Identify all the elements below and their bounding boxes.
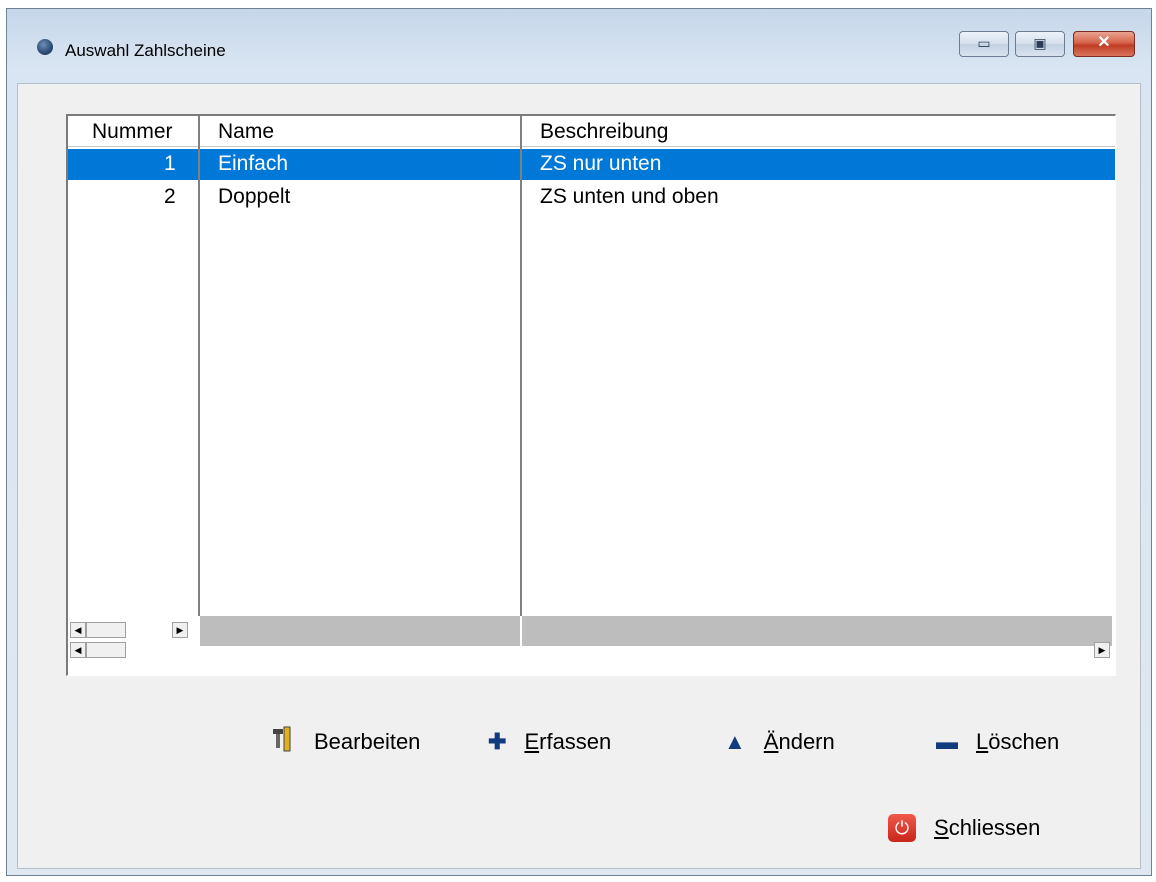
minimize-button[interactable]: ▭ — [959, 31, 1009, 57]
scroll-left-button[interactable]: ◀ — [70, 622, 86, 638]
column-divider[interactable] — [198, 116, 200, 616]
aendern-label: Ändern — [763, 729, 835, 754]
power-icon: ⏻ — [888, 814, 916, 842]
cell-beschreibung: ZS unten und oben — [540, 185, 719, 208]
aendern-button[interactable]: ▲ Ändern — [724, 724, 835, 760]
cell-nummer: 2 — [164, 185, 176, 208]
plus-icon: ✚ — [488, 729, 507, 754]
window: Auswahl Zahlscheine ▭ ▣ ✕ Nummer Name Be… — [6, 8, 1152, 876]
zahlscheine-table[interactable]: Nummer Name Beschreibung 1 Einfach ZS nu… — [66, 114, 1116, 676]
title-bar[interactable]: Auswahl Zahlscheine ▭ ▣ ✕ — [7, 9, 1151, 83]
close-icon: ✕ — [1097, 34, 1111, 51]
minimize-icon: ▭ — [977, 35, 991, 51]
column-scroll-area — [522, 616, 1112, 646]
scroll-track[interactable] — [86, 622, 126, 638]
column-header-beschreibung[interactable]: Beschreibung — [540, 120, 668, 144]
column-header-name[interactable]: Name — [218, 120, 274, 144]
column-divider[interactable] — [520, 116, 522, 616]
app-globe-icon[interactable] — [37, 39, 53, 55]
table-row[interactable]: 2 Doppelt ZS unten und oben — [68, 182, 1115, 213]
scroll-right-button[interactable]: ▶ — [172, 622, 188, 638]
maximize-icon: ▣ — [1033, 35, 1047, 51]
close-button[interactable]: ✕ — [1073, 31, 1135, 57]
hscroll-thumb[interactable] — [86, 642, 126, 658]
column-scroll-area — [200, 616, 520, 646]
tools-icon — [270, 725, 296, 759]
hscroll-left-button[interactable]: ◀ — [70, 642, 86, 658]
cell-name: Doppelt — [218, 185, 291, 208]
cell-beschreibung: ZS nur unten — [540, 152, 662, 175]
hscroll-right-button[interactable]: ▶ — [1094, 642, 1110, 658]
loeschen-button[interactable]: ▬ Löschen — [936, 724, 1059, 760]
cell-name: Einfach — [218, 152, 289, 175]
erfassen-label: Erfassen — [524, 729, 612, 754]
triangle-icon: ▲ — [724, 729, 746, 754]
schliessen-button[interactable]: ⏻ Schliessen — [888, 810, 1040, 846]
minus-icon: ▬ — [936, 729, 958, 754]
loeschen-label: Löschen — [976, 729, 1060, 754]
table-row[interactable]: 1 Einfach ZS nur unten — [68, 149, 1115, 180]
table-header: Nummer Name Beschreibung — [68, 116, 1115, 147]
cell-nummer: 1 — [164, 152, 176, 175]
bearbeiten-button[interactable]: Bearbeiten — [270, 724, 420, 760]
window-title: Auswahl Zahlscheine — [65, 41, 226, 60]
column-header-nummer[interactable]: Nummer — [92, 120, 173, 144]
bearbeiten-label: Bearbeiten — [314, 729, 421, 754]
schliessen-label: Schliessen — [934, 815, 1041, 840]
dialog-client-area: Nummer Name Beschreibung 1 Einfach ZS nu… — [17, 83, 1141, 869]
erfassen-button[interactable]: ✚ Erfassen — [488, 724, 611, 760]
maximize-button[interactable]: ▣ — [1015, 31, 1065, 57]
